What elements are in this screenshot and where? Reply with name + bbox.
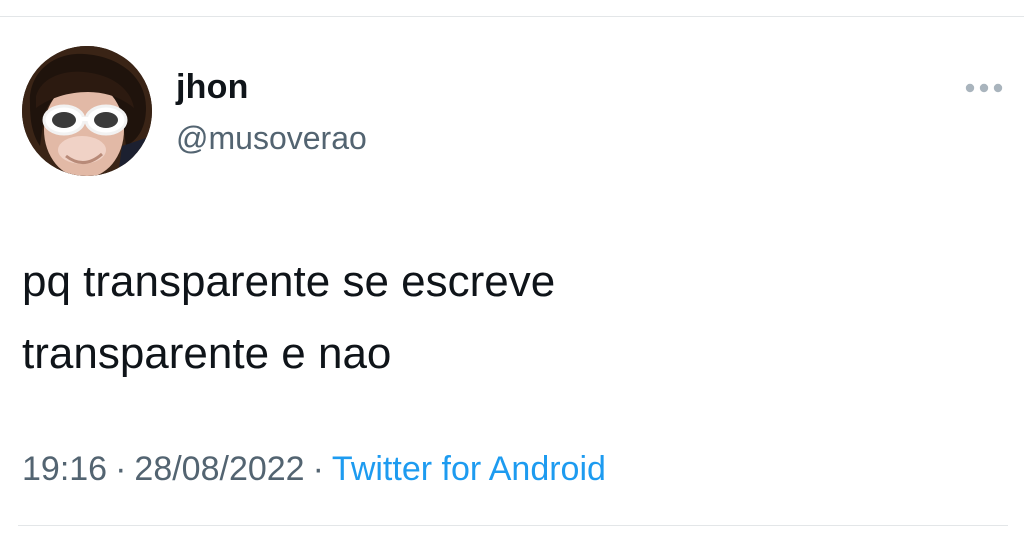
display-name[interactable]: jhon: [176, 68, 249, 107]
tweet-metadata: 19:16 · 28/08/2022 · Twitter for Android: [22, 450, 606, 489]
avatar-image: [22, 46, 152, 176]
tweet-text-line: transparente e nao: [22, 329, 392, 378]
tweet-text: pq transparente se escreve transparente …: [22, 246, 922, 390]
meta-separator: ·: [312, 450, 324, 488]
top-divider: [0, 16, 1024, 17]
tweet-header: jhon @musoverao: [20, 46, 1010, 178]
tweet-time[interactable]: 19:16: [22, 450, 107, 488]
meta-separator: ·: [115, 450, 127, 488]
bottom-divider: [18, 525, 1008, 526]
more-options-button[interactable]: [962, 76, 1006, 100]
tweet-page: jhon @musoverao pq transparente se escre…: [0, 0, 1024, 542]
tweet-text-line: pq transparente se escreve: [22, 257, 556, 306]
more-horizontal-icon: [965, 83, 1003, 93]
tweet-date[interactable]: 28/08/2022: [134, 450, 304, 488]
username-handle[interactable]: @musoverao: [176, 120, 367, 157]
avatar[interactable]: [22, 46, 152, 176]
tweet-source-link[interactable]: Twitter for Android: [332, 450, 606, 488]
